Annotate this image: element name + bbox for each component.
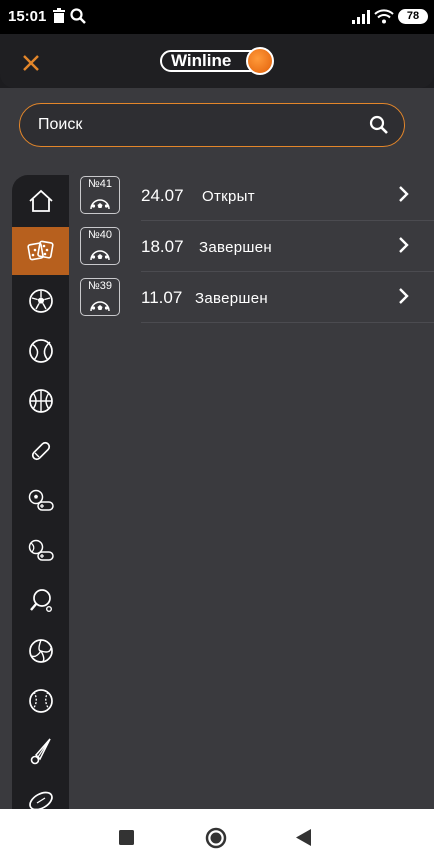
status-bar: 15:01 78 [0, 0, 434, 34]
sidebar-item-esports-soccer[interactable] [12, 477, 69, 525]
rounds-list: №41 24.07 Открыт №40 18.07 Завершен №39 … [69, 170, 434, 809]
round-status: Завершен [195, 290, 268, 307]
sidebar-item-soccer[interactable] [12, 277, 69, 325]
main-panel: Поиск №41 24.07 Открыт №40 18.07 Заверше… [0, 88, 434, 815]
chevron-right-icon[interactable] [398, 287, 410, 305]
sidebar-item-badminton[interactable] [12, 727, 69, 775]
round-number: №41 [87, 178, 113, 190]
sidebar-item-table-tennis[interactable] [12, 577, 69, 625]
round-status: Завершен [199, 239, 272, 256]
round-date: 24.07 [141, 186, 184, 205]
battery-level: 78 [398, 9, 428, 24]
home-circle-icon[interactable] [205, 827, 227, 849]
system-nav-bar [0, 809, 434, 867]
tennis-ball-icon [28, 339, 53, 363]
table-tennis-icon [29, 589, 52, 613]
status-time: 15:01 [8, 8, 47, 25]
wifi-icon [374, 9, 394, 24]
volleyball-icon [28, 639, 53, 663]
sport-sidebar [12, 175, 69, 815]
row-divider [141, 322, 434, 323]
sidebar-item-baseball[interactable] [12, 677, 69, 725]
back-triangle-icon[interactable] [296, 829, 312, 846]
soccer-ball-icon [90, 199, 110, 210]
badminton-icon [30, 738, 51, 765]
sidebar-item-tennis[interactable] [12, 327, 69, 375]
esports-soccer-icon [28, 489, 54, 511]
sidebar-item-home[interactable] [12, 177, 69, 225]
round-badge: №39 [80, 278, 120, 316]
signal-icon [352, 10, 370, 24]
round-badge: №40 [80, 227, 120, 265]
search-input[interactable]: Поиск [19, 103, 405, 147]
sidebar-item-dice[interactable] [12, 227, 69, 275]
round-date: 18.07 [141, 237, 184, 256]
list-item[interactable]: №39 11.07 Завершен [69, 272, 434, 323]
dice-icon [26, 240, 54, 261]
app-header: Winline [0, 34, 434, 88]
sidebar-item-hockey[interactable] [12, 427, 69, 475]
esports-tennis-icon [28, 539, 54, 561]
list-item[interactable]: №40 18.07 Завершен [69, 221, 434, 272]
logo-ball-icon [246, 47, 274, 75]
soccer-ball-icon [90, 250, 110, 261]
list-item[interactable]: №41 24.07 Открыт [69, 170, 434, 221]
chevron-right-icon[interactable] [398, 185, 410, 203]
round-number: №39 [87, 280, 113, 292]
baseball-icon [28, 689, 53, 713]
close-icon[interactable] [20, 52, 42, 74]
basketball-icon [28, 389, 53, 413]
soccer-ball-icon [28, 289, 53, 313]
trash-icon [53, 8, 65, 23]
sidebar-item-basketball[interactable] [12, 377, 69, 425]
round-number: №40 [87, 229, 113, 241]
sidebar-item-volleyball[interactable] [12, 627, 69, 675]
round-badge: №41 [80, 176, 120, 214]
chevron-right-icon[interactable] [398, 236, 410, 254]
sidebar-item-esports-tennis[interactable] [12, 527, 69, 575]
round-date: 11.07 [141, 288, 183, 307]
soccer-ball-icon [90, 301, 110, 312]
recents-square-icon[interactable] [119, 830, 134, 845]
round-status: Открыт [202, 188, 255, 205]
hockey-puck-icon [31, 441, 50, 461]
search-placeholder: Поиск [38, 116, 83, 133]
search-icon[interactable] [369, 115, 389, 135]
winline-logo: Winline [160, 47, 274, 77]
search-status-icon [70, 8, 86, 24]
home-icon [28, 189, 53, 212]
